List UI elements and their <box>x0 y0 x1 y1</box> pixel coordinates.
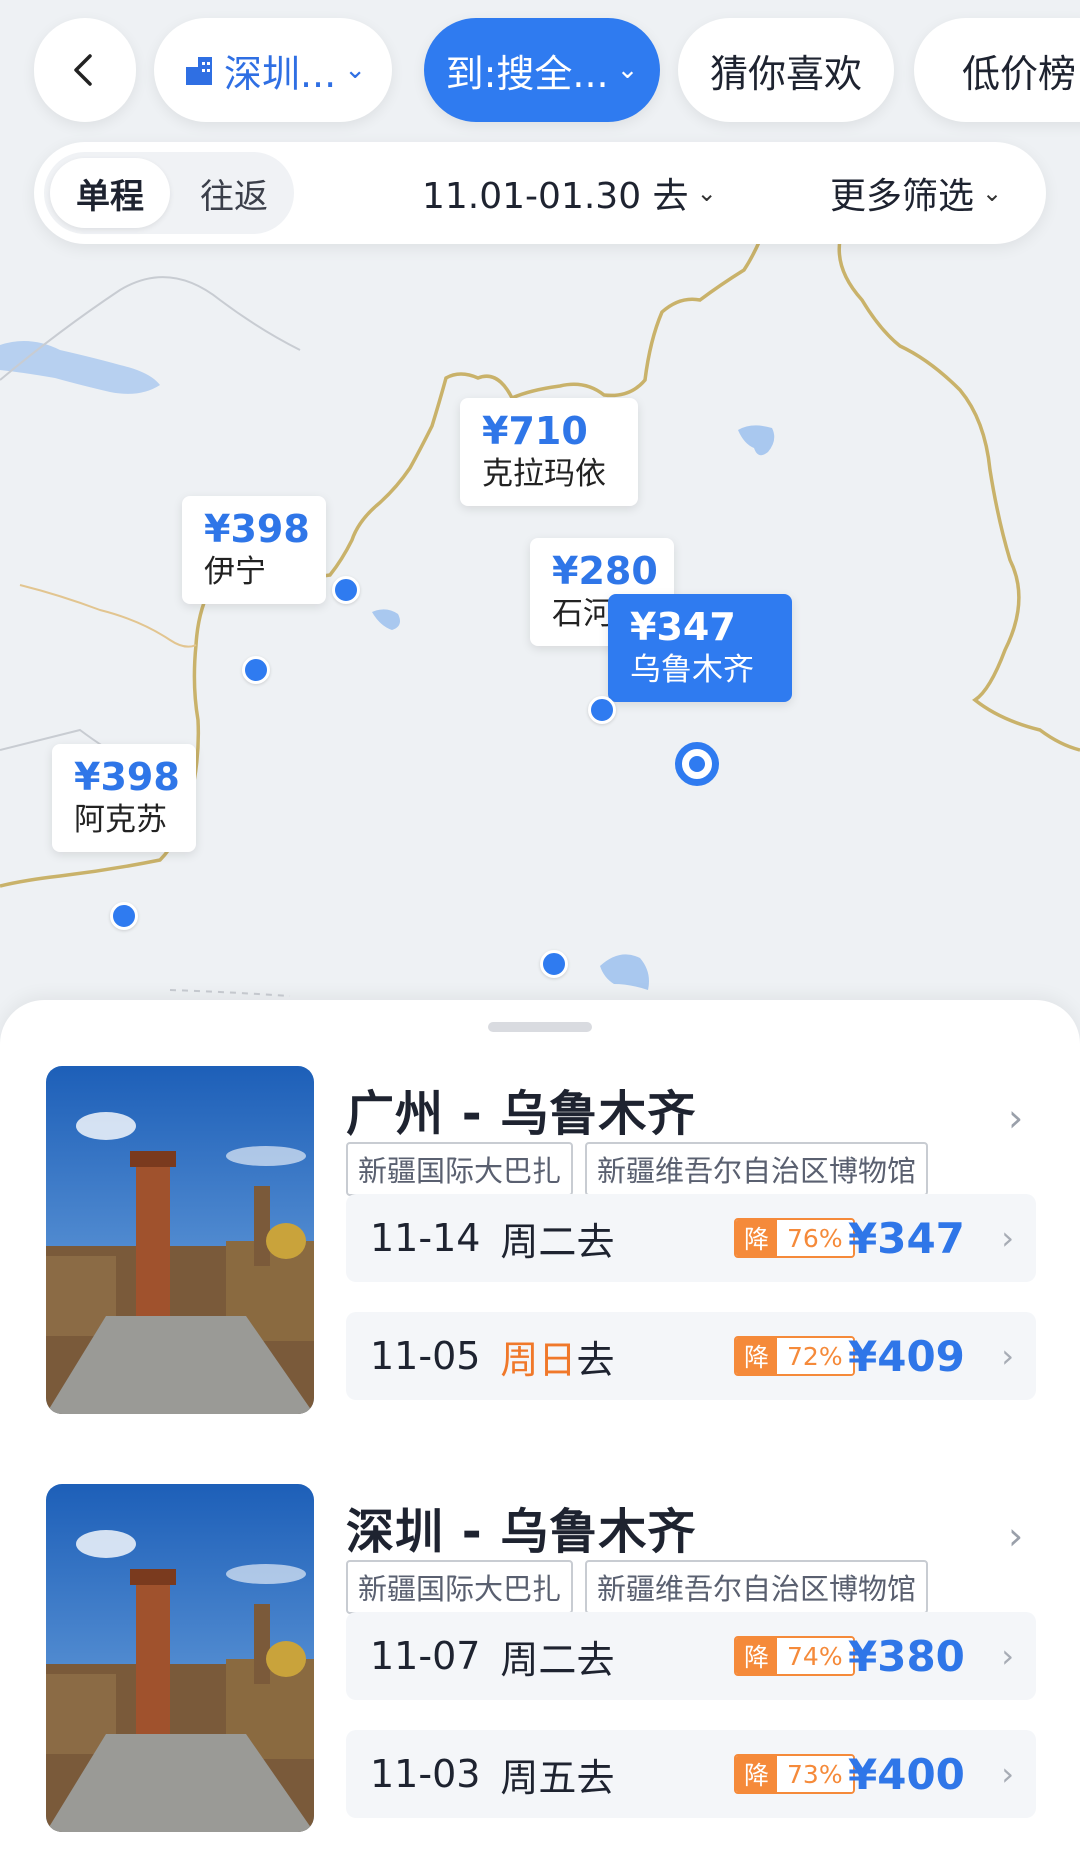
map-pin-karamay[interactable]: ¥710 克拉玛依 <box>460 398 638 506</box>
destination-photo <box>46 1066 314 1414</box>
discount-value: 74% <box>777 1638 853 1674</box>
pin-price: ¥280 <box>552 549 658 593</box>
chevron-down-icon: ⌄ <box>696 179 717 207</box>
pin-price: ¥347 <box>630 605 736 649</box>
results-sheet: 广州 - 乌鲁木齐 › 新疆国际大巴扎 新疆维吾尔自治区博物馆 11-14 周二… <box>0 1000 1080 1870</box>
fare-row[interactable]: 11-03 周五 去 降 73% ¥400 › <box>346 1730 1036 1818</box>
fare-date-value: 11-07 <box>370 1634 481 1678</box>
one-way-option[interactable]: 单程 <box>50 158 170 228</box>
destination-label: 到:搜全... <box>445 51 609 96</box>
discount-badge: 降 72% <box>734 1336 855 1376</box>
tab-low-price[interactable]: 低价榜 <box>914 18 1080 122</box>
fare-price: ¥380 <box>848 1631 965 1681</box>
origin-city-label: 深圳... <box>223 51 337 96</box>
discount-badge-label: 降 <box>736 1756 778 1792</box>
fare-row[interactable]: 11-07 周二 去 降 74% ¥380 › <box>346 1612 1036 1700</box>
chevron-right-icon: › <box>1001 1637 1014 1675</box>
map-pin-yining[interactable]: ¥398 伊宁 <box>182 496 326 604</box>
chevron-right-icon[interactable]: › <box>1008 1514 1023 1558</box>
attraction-tag: 新疆维吾尔自治区博物馆 <box>585 1560 929 1614</box>
route-card[interactable]: 深圳 - 乌鲁木齐 › 新疆国际大巴扎 新疆维吾尔自治区博物馆 11-07 周二… <box>46 1484 1046 1834</box>
chevron-left-icon <box>74 54 92 86</box>
fare-direction: 去 <box>576 1637 615 1682</box>
fare-date-value: 11-03 <box>370 1752 481 1796</box>
chevron-right-icon[interactable]: › <box>1008 1096 1023 1140</box>
discount-badge-label: 降 <box>736 1338 778 1374</box>
building-icon <box>185 57 212 85</box>
route-title: 广州 - 乌鲁木齐 <box>346 1086 697 1142</box>
discount-value: 73% <box>777 1756 853 1792</box>
map-dot[interactable] <box>242 656 270 684</box>
map-dot-aksu[interactable] <box>110 902 138 930</box>
fare-price: ¥400 <box>848 1749 965 1799</box>
map-dot-shihezi[interactable] <box>588 696 616 724</box>
pin-price: ¥398 <box>204 507 310 551</box>
discount-badge: 降 74% <box>734 1636 855 1676</box>
discount-value: 72% <box>777 1338 853 1374</box>
date-range-label: 11.01-01.30 去 <box>422 176 689 217</box>
attraction-tags: 新疆国际大巴扎 新疆维吾尔自治区博物馆 <box>346 1560 929 1614</box>
fare-date-value: 11-05 <box>370 1334 481 1378</box>
map-pin-aksu[interactable]: ¥398 阿克苏 <box>52 744 196 852</box>
fare-direction: 去 <box>576 1337 615 1382</box>
fare-weekday: 周二 <box>500 1219 577 1264</box>
discount-value: 76% <box>777 1220 853 1256</box>
sheet-drag-handle[interactable] <box>488 1022 592 1032</box>
fare-date: 11-07 周二 去 <box>370 1612 614 1700</box>
pin-price: ¥710 <box>482 409 588 453</box>
attraction-tag: 新疆维吾尔自治区博物馆 <box>585 1142 929 1196</box>
trip-type-toggle: 单程 往返 <box>44 152 294 234</box>
discount-badge-label: 降 <box>736 1638 778 1674</box>
fare-date: 11-03 周五 去 <box>370 1730 614 1818</box>
map-dot[interactable] <box>540 950 568 978</box>
pin-city: 伊宁 <box>204 554 266 590</box>
round-trip-option[interactable]: 往返 <box>174 158 294 228</box>
attraction-tag: 新疆国际大巴扎 <box>346 1560 574 1614</box>
route-title: 深圳 - 乌鲁木齐 <box>346 1504 697 1560</box>
map-pin-urumqi[interactable]: ¥347 乌鲁木齐 <box>608 594 792 702</box>
discount-badge: 降 76% <box>734 1218 855 1258</box>
recommend-label: 猜你喜欢 <box>709 51 862 96</box>
fare-direction: 去 <box>576 1219 615 1264</box>
date-range-selector[interactable]: 11.01-01.30 去 ⌄ <box>422 142 717 244</box>
filter-bar: 单程 往返 11.01-01.30 去 ⌄ 更多筛选 ⌄ <box>34 142 1046 244</box>
discount-badge-label: 降 <box>736 1220 778 1256</box>
fare-price: ¥409 <box>848 1331 965 1381</box>
origin-city-selector[interactable]: 深圳... ⌄ <box>154 18 392 122</box>
chevron-right-icon: › <box>1001 1337 1014 1375</box>
fare-weekday: 周日 <box>500 1337 577 1382</box>
fare-weekday: 周五 <box>500 1755 577 1800</box>
pin-city: 阿克苏 <box>74 802 167 838</box>
fare-weekday: 周二 <box>500 1637 577 1682</box>
fare-date: 11-05 周日 去 <box>370 1312 614 1400</box>
discount-badge: 降 73% <box>734 1754 855 1794</box>
low-price-label: 低价榜 <box>962 51 1077 96</box>
fare-date-value: 11-14 <box>370 1216 481 1260</box>
fare-row[interactable]: 11-14 周二 去 降 76% ¥347 › <box>346 1194 1036 1282</box>
pin-city: 克拉玛依 <box>482 456 606 492</box>
more-filters-button[interactable]: 更多筛选 ⌄ <box>830 142 1002 244</box>
map-target-urumqi[interactable] <box>675 742 719 786</box>
chevron-down-icon: ⌄ <box>982 179 1003 207</box>
top-nav: 深圳... ⌄ 到:搜全... ⌄ 猜你喜欢 低价榜 <box>0 18 1080 122</box>
destination-selector[interactable]: 到:搜全... ⌄ <box>424 18 660 122</box>
route-card[interactable]: 广州 - 乌鲁木齐 › 新疆国际大巴扎 新疆维吾尔自治区博物馆 11-14 周二… <box>46 1066 1046 1416</box>
fare-date: 11-14 周二 去 <box>370 1194 614 1282</box>
chevron-right-icon: › <box>1001 1219 1014 1257</box>
fare-row[interactable]: 11-05 周日 去 降 72% ¥409 › <box>346 1312 1036 1400</box>
chevron-down-icon: ⌄ <box>616 55 639 85</box>
fare-price: ¥347 <box>848 1213 965 1263</box>
destination-photo <box>46 1484 314 1832</box>
pin-city: 乌鲁木齐 <box>630 652 754 688</box>
fare-direction: 去 <box>576 1755 615 1800</box>
attraction-tag: 新疆国际大巴扎 <box>346 1142 574 1196</box>
more-filters-label: 更多筛选 <box>830 176 975 217</box>
chevron-right-icon: › <box>1001 1755 1014 1793</box>
pin-price: ¥398 <box>74 755 180 799</box>
back-button[interactable] <box>34 18 136 122</box>
attraction-tags: 新疆国际大巴扎 新疆维吾尔自治区博物馆 <box>346 1142 929 1196</box>
tab-recommend[interactable]: 猜你喜欢 <box>678 18 894 122</box>
chevron-down-icon: ⌄ <box>344 55 367 85</box>
map-dot-yining[interactable] <box>332 576 360 604</box>
